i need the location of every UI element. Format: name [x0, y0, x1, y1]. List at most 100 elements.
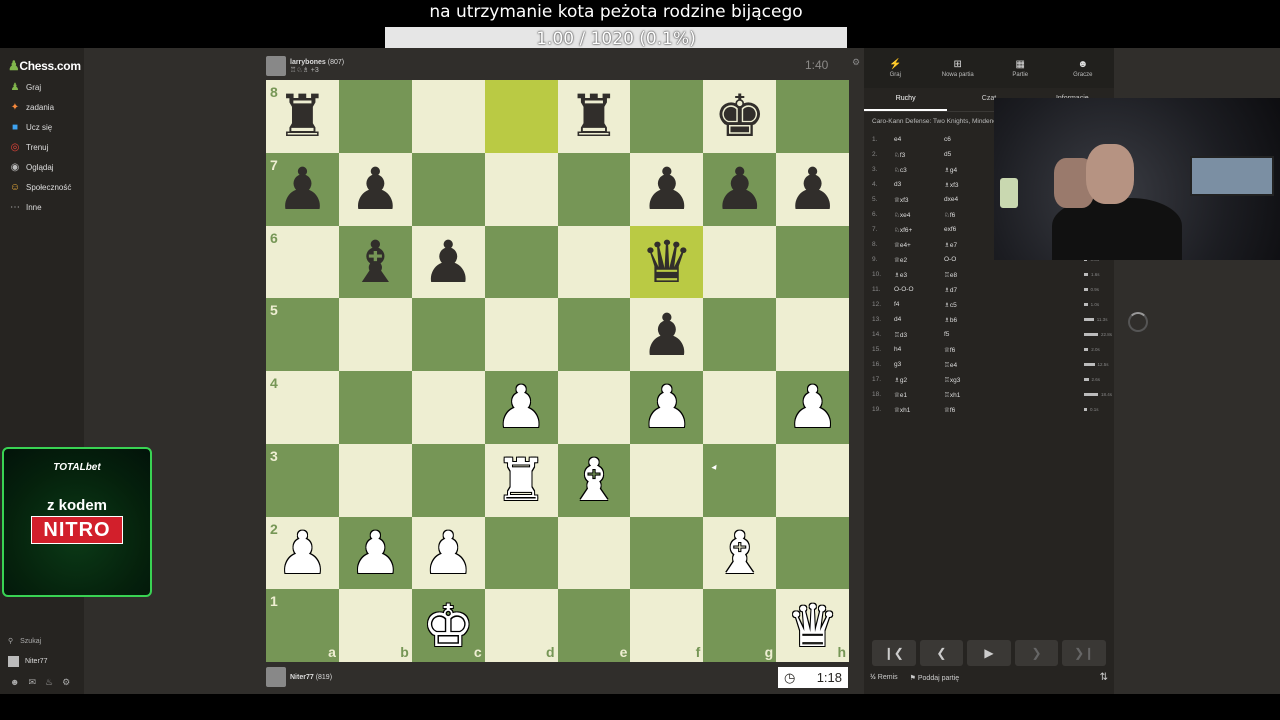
- tab-graj[interactable]: ⚡ Graj: [864, 48, 927, 88]
- sidebar-item-ucz-si-[interactable]: ■ Ucz się: [8, 118, 52, 136]
- square-h3[interactable]: [776, 443, 849, 517]
- black-move[interactable]: exf6: [944, 226, 994, 233]
- black-move[interactable]: d5: [944, 151, 994, 158]
- opponent-name[interactable]: larrybones: [290, 59, 326, 66]
- white-pawn-icon[interactable]: ♟: [787, 378, 839, 436]
- black-move[interactable]: dxe4: [944, 196, 994, 203]
- square-c2[interactable]: ♟: [411, 516, 485, 590]
- black-king-icon[interactable]: ♚: [714, 87, 766, 145]
- square-d7[interactable]: [484, 152, 558, 226]
- white-move[interactable]: ♕xh1: [894, 406, 944, 414]
- white-move[interactable]: ♕xf3: [894, 196, 944, 204]
- black-move[interactable]: ♖e4: [944, 361, 994, 369]
- mail-icon[interactable]: ✉: [28, 677, 36, 688]
- next-move-button[interactable]: ❯: [1014, 640, 1059, 666]
- square-h5[interactable]: [776, 298, 849, 371]
- black-move[interactable]: ♖xg3: [944, 376, 994, 384]
- black-pawn-icon[interactable]: ♟: [276, 160, 328, 218]
- square-f4[interactable]: ♟: [630, 371, 704, 444]
- previous-move-button[interactable]: ❮: [919, 640, 964, 666]
- first-move-button[interactable]: ❙❮: [872, 640, 916, 666]
- white-bishop-icon[interactable]: ♝: [714, 524, 766, 582]
- black-move[interactable]: ♘f6: [944, 211, 994, 219]
- square-e7[interactable]: [557, 152, 631, 226]
- square-g6[interactable]: [703, 225, 777, 299]
- white-move[interactable]: d3: [894, 181, 944, 188]
- tab-nowa-partia[interactable]: ⊞ Nowa partia: [927, 48, 990, 88]
- square-g2[interactable]: ♝: [703, 516, 777, 590]
- flip-board-icon[interactable]: ⇅: [1100, 672, 1108, 683]
- square-f7[interactable]: ♟: [630, 152, 704, 226]
- square-a6[interactable]: 6: [266, 225, 339, 299]
- square-g5[interactable]: [703, 298, 777, 371]
- square-b5[interactable]: [338, 298, 412, 371]
- square-a3[interactable]: 3: [266, 443, 339, 517]
- square-d2[interactable]: [484, 516, 558, 590]
- chess-logo[interactable]: ♟Chess.com: [8, 58, 81, 74]
- square-c5[interactable]: [411, 298, 485, 371]
- white-move[interactable]: e4: [894, 136, 944, 143]
- square-e6[interactable]: [557, 225, 631, 299]
- square-b2[interactable]: ♟: [338, 516, 412, 590]
- gear-icon[interactable]: ⚙: [62, 677, 70, 688]
- square-d1[interactable]: d: [484, 589, 558, 662]
- white-move[interactable]: ♖d3: [894, 331, 944, 339]
- square-c8[interactable]: [411, 80, 485, 153]
- black-move[interactable]: c6: [944, 136, 994, 143]
- sidebar-item-graj[interactable]: ♟ Graj: [8, 78, 42, 96]
- opponent-avatar[interactable]: [266, 56, 286, 76]
- square-b4[interactable]: [338, 371, 412, 444]
- square-a7[interactable]: 7 ♟: [266, 152, 339, 226]
- square-c1[interactable]: c ♚: [411, 589, 485, 662]
- sidebar-item-ogl-daj[interactable]: ◉ Oglądaj: [8, 158, 54, 176]
- square-e4[interactable]: [557, 371, 631, 444]
- white-move[interactable]: ♗g2: [894, 376, 944, 384]
- black-queen-icon[interactable]: ♛: [641, 233, 693, 291]
- square-f6[interactable]: ♛: [630, 225, 704, 299]
- sidebar-item-trenuj[interactable]: ◎ Trenuj: [8, 138, 49, 156]
- black-move[interactable]: ♗b6: [944, 316, 994, 324]
- square-h2[interactable]: [776, 516, 849, 590]
- black-move[interactable]: ♕f6: [944, 346, 994, 354]
- square-h8[interactable]: [776, 80, 849, 153]
- square-b8[interactable]: [338, 80, 412, 153]
- black-move[interactable]: ♗xf3: [944, 181, 994, 189]
- white-move[interactable]: ♘xe4: [894, 211, 944, 219]
- white-move[interactable]: h4: [894, 346, 944, 353]
- square-f3[interactable]: [630, 443, 704, 517]
- square-f5[interactable]: ♟: [630, 298, 704, 371]
- white-move[interactable]: g3: [894, 361, 944, 368]
- sidebar-search[interactable]: ⚲ Szukaj: [8, 637, 41, 646]
- white-move[interactable]: ♕e1: [894, 391, 944, 399]
- white-move[interactable]: d4: [894, 316, 944, 323]
- white-pawn-icon[interactable]: ♟: [641, 378, 693, 436]
- tab-partie[interactable]: ▦ Partie: [989, 48, 1052, 88]
- play-button[interactable]: ▶: [967, 640, 1011, 666]
- black-move[interactable]: ♕f6: [944, 406, 994, 414]
- square-a8[interactable]: 8 ♜: [266, 80, 339, 153]
- square-e2[interactable]: [557, 516, 631, 590]
- bell-icon[interactable]: ♨: [45, 677, 53, 688]
- square-c3[interactable]: [411, 443, 485, 517]
- square-f2[interactable]: [630, 516, 704, 590]
- square-b1[interactable]: b: [338, 589, 412, 662]
- square-h6[interactable]: [776, 225, 849, 299]
- square-e3[interactable]: ♝: [557, 443, 631, 517]
- black-bishop-icon[interactable]: ♝: [349, 233, 401, 291]
- white-move[interactable]: ♗e3: [894, 271, 944, 279]
- black-move[interactable]: ♗c5: [944, 301, 994, 309]
- offer-draw-button[interactable]: ½ Remis: [870, 674, 898, 681]
- white-bishop-icon[interactable]: ♝: [568, 451, 620, 509]
- square-c7[interactable]: [411, 152, 485, 226]
- square-f1[interactable]: f: [630, 589, 704, 662]
- black-pawn-icon[interactable]: ♟: [787, 160, 839, 218]
- settings-gear-icon[interactable]: ⚙: [852, 57, 860, 68]
- white-move[interactable]: ♕e2: [894, 256, 944, 264]
- player-name[interactable]: Niter77: [290, 674, 314, 681]
- square-b7[interactable]: ♟: [338, 152, 412, 226]
- square-d5[interactable]: [484, 298, 558, 371]
- last-move-button[interactable]: ❯❙: [1062, 640, 1106, 666]
- square-d8[interactable]: [484, 80, 558, 153]
- white-move[interactable]: ♕e4+: [894, 241, 944, 249]
- square-e8[interactable]: ♜: [557, 80, 631, 153]
